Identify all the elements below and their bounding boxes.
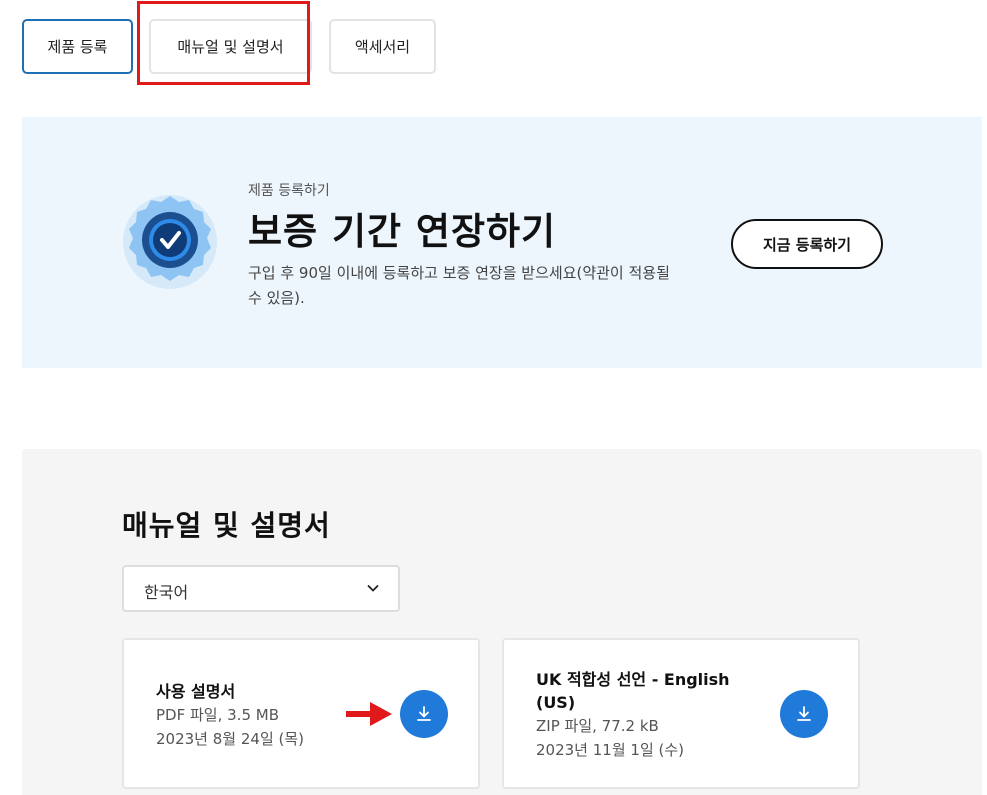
document-card: 사용 설명서 PDF 파일, 3.5 MB 2023년 8월 24일 (목) bbox=[122, 638, 480, 789]
chevron-down-icon bbox=[367, 584, 379, 592]
manuals-section: 매뉴얼 및 설명서 한국어 사용 설명서 PDF 파일, 3.5 MB 2023… bbox=[22, 449, 982, 795]
language-select-value: 한국어 bbox=[144, 583, 189, 602]
document-card: UK 적합성 선언 - English (US) ZIP 파일, 77.2 kB… bbox=[502, 638, 860, 789]
language-select[interactable]: 한국어 bbox=[122, 565, 400, 612]
tab-product-registration[interactable]: 제품 등록 bbox=[22, 19, 133, 74]
tab-manuals[interactable]: 매뉴얼 및 설명서 bbox=[149, 19, 312, 74]
download-icon bbox=[417, 706, 431, 721]
annotation-arrow-icon bbox=[346, 702, 392, 726]
download-button[interactable] bbox=[780, 690, 828, 738]
register-now-button[interactable]: 지금 등록하기 bbox=[731, 219, 883, 269]
verified-check-icon bbox=[123, 195, 217, 289]
promo-title: 보증 기간 연장하기 bbox=[248, 210, 557, 253]
document-date: 2023년 8월 24일 (목) bbox=[156, 730, 305, 748]
document-title: 사용 설명서 bbox=[156, 682, 236, 701]
promo-description: 구입 후 90일 이내에 등록하고 보증 연장을 받으세요(약관이 적용될 수 … bbox=[248, 264, 670, 307]
promo-eyebrow: 제품 등록하기 bbox=[248, 183, 330, 199]
section-title: 매뉴얼 및 설명서 bbox=[122, 509, 331, 542]
document-date: 2023년 11월 1일 (수) bbox=[536, 741, 685, 759]
download-icon bbox=[797, 706, 811, 721]
document-file-info: PDF 파일, 3.5 MB bbox=[156, 706, 279, 724]
warranty-promo-banner: 제품 등록하기 보증 기간 연장하기 구입 후 90일 이내에 등록하고 보증 … bbox=[22, 117, 982, 368]
tab-accessories[interactable]: 액세서리 bbox=[329, 19, 436, 74]
document-title: UK 적합성 선언 - English (US) bbox=[536, 670, 730, 712]
download-button[interactable] bbox=[400, 690, 448, 738]
document-file-info: ZIP 파일, 77.2 kB bbox=[536, 717, 659, 735]
